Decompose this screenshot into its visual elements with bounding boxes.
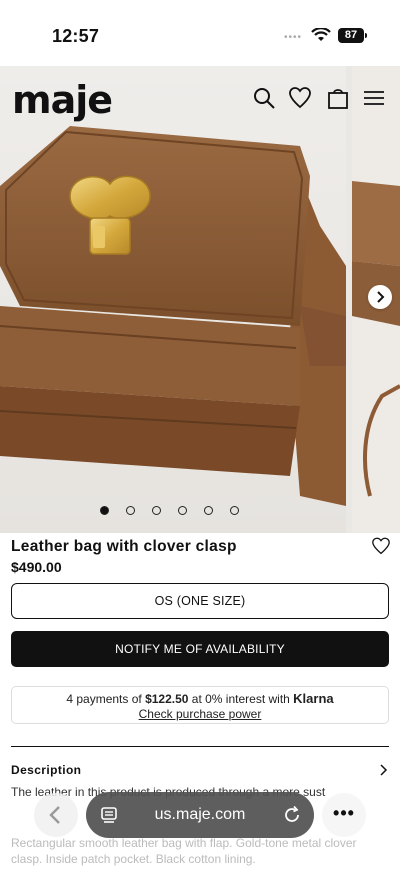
section-divider bbox=[11, 746, 389, 747]
leather-bag-image bbox=[0, 126, 346, 506]
carousel-dot[interactable] bbox=[100, 506, 109, 515]
chevron-left-icon bbox=[49, 806, 60, 824]
klarna-text: 4 payments of $122.50 at 0% interest wit… bbox=[12, 691, 388, 707]
size-selector-button[interactable]: OS (ONE SIZE) bbox=[11, 583, 389, 619]
notify-availability-button[interactable]: NOTIFY ME OF AVAILABILITY bbox=[11, 631, 389, 667]
carousel-dot[interactable] bbox=[126, 506, 135, 515]
carousel-next-button[interactable] bbox=[368, 285, 392, 309]
product-price: $490.00 bbox=[11, 559, 62, 575]
signal-icon: •••• bbox=[284, 32, 303, 43]
klarna-banner: 4 payments of $122.50 at 0% interest wit… bbox=[11, 686, 389, 724]
check-purchase-power-link[interactable]: Check purchase power bbox=[139, 707, 262, 722]
status-time: 12:57 bbox=[52, 26, 100, 46]
maje-logo[interactable]: maje bbox=[12, 78, 113, 122]
product-image-carousel[interactable] bbox=[0, 66, 400, 533]
product-title: Leather bag with clover clasp bbox=[11, 538, 237, 555]
klarna-logo: Klarna bbox=[293, 691, 334, 706]
carousel-dot[interactable] bbox=[204, 506, 213, 515]
wifi-icon bbox=[311, 28, 331, 41]
carousel-dot[interactable] bbox=[178, 506, 187, 515]
browser-toolbar: us.maje.com ••• bbox=[0, 790, 400, 840]
search-icon[interactable] bbox=[252, 86, 276, 110]
address-bar[interactable]: us.maje.com bbox=[86, 792, 314, 838]
klarna-amount: $122.50 bbox=[145, 692, 189, 706]
klarna-middle: at 0% interest with bbox=[188, 692, 294, 706]
description-heading[interactable]: Description bbox=[11, 763, 81, 777]
wishlist-heart-icon[interactable] bbox=[371, 537, 391, 555]
more-options-button[interactable]: ••• bbox=[322, 793, 366, 837]
heart-icon[interactable] bbox=[288, 86, 312, 110]
carousel-pagination bbox=[100, 506, 250, 518]
carousel-dot[interactable] bbox=[230, 506, 239, 515]
status-bar: 12:57 •••• 87 bbox=[0, 0, 400, 66]
battery-indicator: 87 bbox=[338, 28, 364, 43]
chevron-right-icon bbox=[377, 291, 385, 303]
carousel-dot[interactable] bbox=[152, 506, 161, 515]
site-header: maje bbox=[0, 66, 400, 126]
url-text: us.maje.com bbox=[154, 806, 246, 823]
battery-nub bbox=[365, 33, 367, 38]
klarna-prefix: 4 payments of bbox=[66, 692, 146, 706]
reload-icon[interactable] bbox=[282, 805, 302, 825]
chevron-right-icon[interactable] bbox=[378, 764, 388, 776]
browser-back-button[interactable] bbox=[34, 793, 78, 837]
menu-icon[interactable] bbox=[362, 86, 386, 110]
product-image-main[interactable] bbox=[0, 66, 346, 533]
bag-icon[interactable] bbox=[326, 86, 350, 110]
